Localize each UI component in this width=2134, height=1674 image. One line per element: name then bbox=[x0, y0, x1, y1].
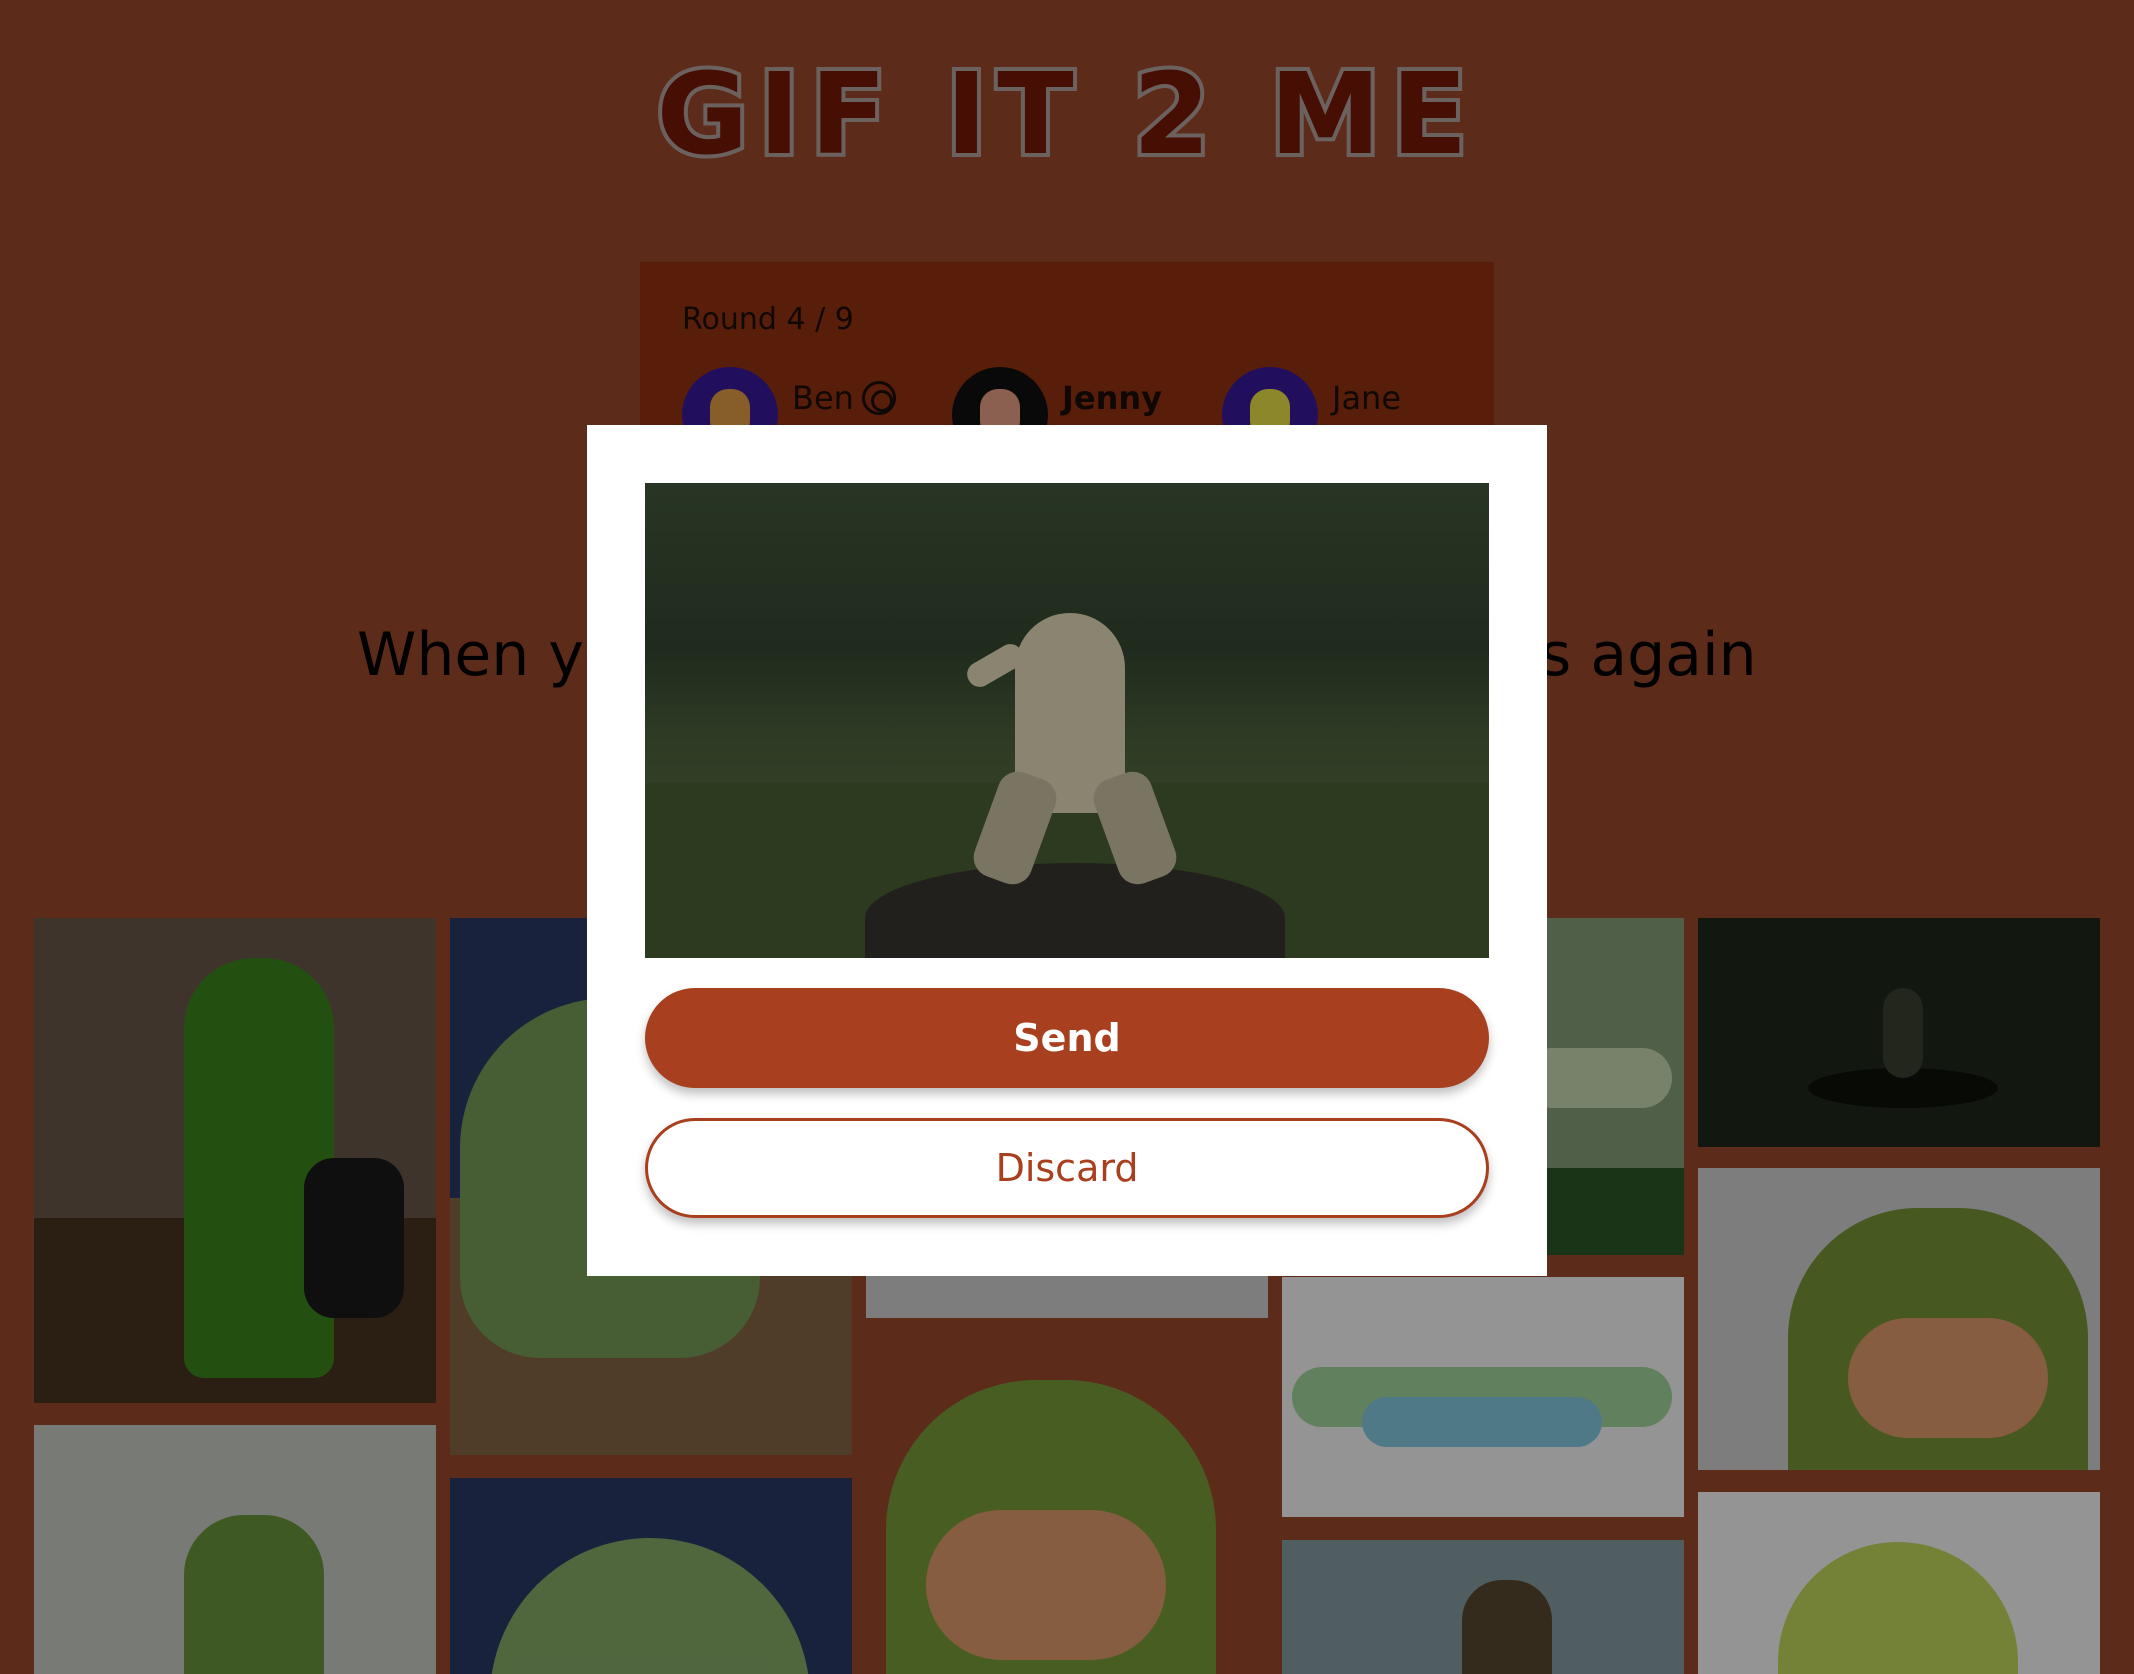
game-page: GIF IT 2 ME Round 4 / 9 Ben Jenny Jane W… bbox=[0, 0, 2134, 1674]
discard-button[interactable]: Discard bbox=[645, 1118, 1489, 1218]
selected-gif-preview bbox=[645, 483, 1489, 958]
send-button[interactable]: Send bbox=[645, 988, 1489, 1088]
gif-confirm-modal: Send Discard bbox=[587, 425, 1547, 1276]
